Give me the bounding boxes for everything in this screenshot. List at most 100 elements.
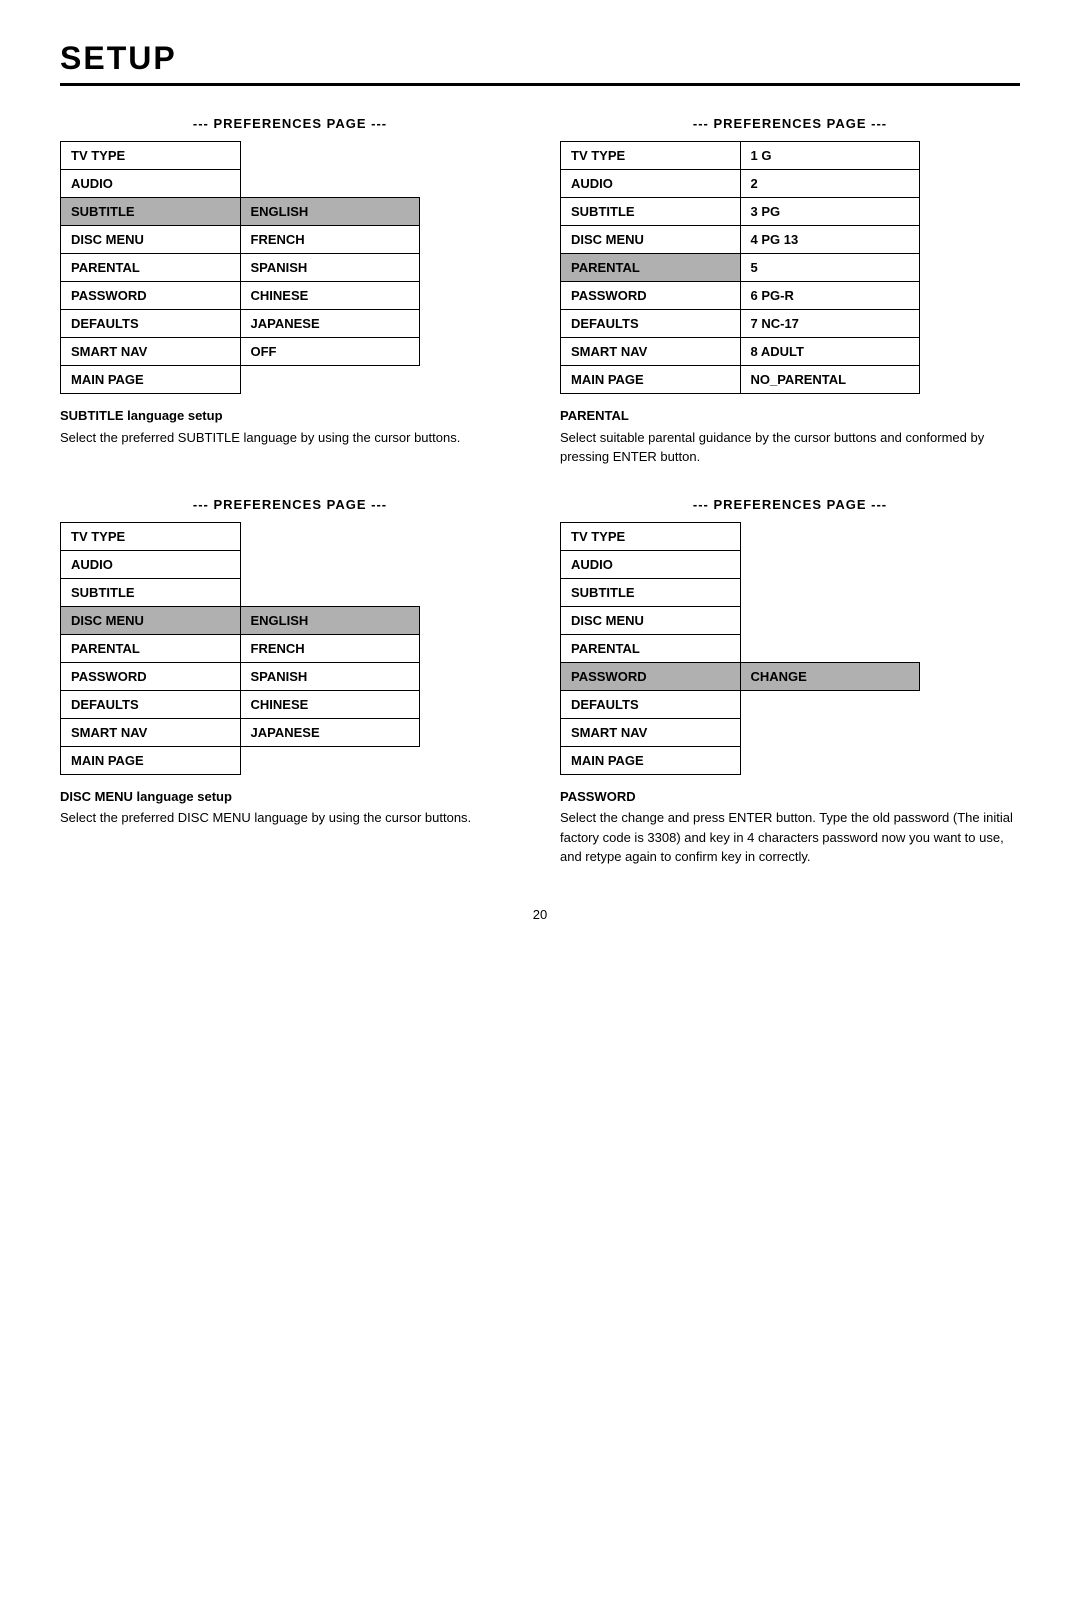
table-row: SMART NAV (561, 718, 920, 746)
section-bottom-right: --- PREFERENCES PAGE --- TV TYPEAUDIOSUB… (560, 497, 1020, 867)
desc-bottom-right-text: Select the change and press ENTER button… (560, 810, 1013, 864)
cell-left-6: DEFAULTS (561, 690, 741, 718)
table-row: PASSWORD6 PG-R (561, 282, 920, 310)
cell-left-6: DEFAULTS (61, 690, 241, 718)
table-row: MAIN PAGE (61, 366, 420, 394)
table-row: DEFAULTSJAPANESE (61, 310, 420, 338)
cell-left-4: PARENTAL (61, 254, 241, 282)
table-row: PARENTAL5 (561, 254, 920, 282)
table-row: DEFAULTSCHINESE (61, 690, 420, 718)
table-row: MAIN PAGENO_PARENTAL (561, 366, 920, 394)
pref-table-bottom-right: TV TYPEAUDIOSUBTITLEDISC MENUPARENTALPAS… (560, 522, 920, 775)
table-row: DEFAULTS (561, 690, 920, 718)
cell-left-3: DISC MENU (561, 606, 741, 634)
pref-table-top-right: TV TYPE1 GAUDIO2SUBTITLE3 PGDISC MENU4 P… (560, 141, 920, 394)
table-row: SMART NAVOFF (61, 338, 420, 366)
cell-left-2: SUBTITLE (561, 198, 741, 226)
cell-left-0: TV TYPE (61, 142, 241, 170)
desc-top-right: PARENTAL Select suitable parental guidan… (560, 406, 1020, 467)
cell-right-5: SPANISH (240, 662, 420, 690)
cell-left-6: DEFAULTS (561, 310, 741, 338)
table-row: AUDIO (61, 170, 420, 198)
cell-right-8: NO_PARENTAL (740, 366, 920, 394)
cell-left-4: PARENTAL (61, 634, 241, 662)
cell-left-7: SMART NAV (61, 718, 241, 746)
table-row: MAIN PAGE (61, 746, 420, 774)
cell-left-3: DISC MENU (561, 226, 741, 254)
cell-left-7: SMART NAV (561, 718, 741, 746)
section-bottom-left: --- PREFERENCES PAGE --- TV TYPEAUDIOSUB… (60, 497, 520, 867)
cell-left-4: PARENTAL (561, 254, 741, 282)
table-row: SMART NAVJAPANESE (61, 718, 420, 746)
table-row: MAIN PAGE (561, 746, 920, 774)
table-row: TV TYPE (561, 522, 920, 550)
section-bottom-left-label: --- PREFERENCES PAGE --- (60, 497, 520, 512)
table-row: SUBTITLE (61, 578, 420, 606)
cell-left-1: AUDIO (561, 170, 741, 198)
cell-left-1: AUDIO (61, 550, 241, 578)
cell-left-5: PASSWORD (561, 662, 741, 690)
cell-left-2: SUBTITLE (61, 578, 241, 606)
cell-right-5: CHINESE (240, 282, 420, 310)
cell-left-4: PARENTAL (561, 634, 741, 662)
cell-left-5: PASSWORD (61, 662, 241, 690)
cell-right-6: JAPANESE (240, 310, 420, 338)
cell-right-1: 2 (740, 170, 920, 198)
cell-right-6: 7 NC-17 (740, 310, 920, 338)
cell-left-5: PASSWORD (61, 282, 241, 310)
cell-left-1: AUDIO (61, 170, 241, 198)
table-row: DEFAULTS7 NC-17 (561, 310, 920, 338)
table-row: SMART NAV8 ADULT (561, 338, 920, 366)
desc-bottom-right-title: PASSWORD (560, 787, 1020, 807)
table-row: PARENTAL (561, 634, 920, 662)
table-row: AUDIO (61, 550, 420, 578)
cell-right-4: FRENCH (240, 634, 420, 662)
cell-left-3: DISC MENU (61, 226, 241, 254)
cell-left-8: MAIN PAGE (561, 746, 741, 774)
cell-right-6: CHINESE (240, 690, 420, 718)
table-row: DISC MENU (561, 606, 920, 634)
table-row: PARENTALFRENCH (61, 634, 420, 662)
cell-right-5: 6 PG-R (740, 282, 920, 310)
table-row: PASSWORDCHINESE (61, 282, 420, 310)
desc-bottom-left: DISC MENU language setup Select the pref… (60, 787, 520, 828)
cell-right-2: 3 PG (740, 198, 920, 226)
cell-left-0: TV TYPE (561, 522, 741, 550)
section-top-right: --- PREFERENCES PAGE --- TV TYPE1 GAUDIO… (560, 116, 1020, 467)
section-top-right-label: --- PREFERENCES PAGE --- (560, 116, 1020, 131)
table-row: DISC MENUENGLISH (61, 606, 420, 634)
desc-top-right-text: Select suitable parental guidance by the… (560, 430, 984, 465)
section-top-left: --- PREFERENCES PAGE --- TV TYPEAUDIOSUB… (60, 116, 520, 467)
pref-table-bottom-left: TV TYPEAUDIOSUBTITLEDISC MENUENGLISHPARE… (60, 522, 420, 775)
table-row: TV TYPE1 G (561, 142, 920, 170)
section-bottom-right-label: --- PREFERENCES PAGE --- (560, 497, 1020, 512)
pref-table-top-left: TV TYPEAUDIOSUBTITLEENGLISHDISC MENUFREN… (60, 141, 420, 394)
cell-left-7: SMART NAV (61, 338, 241, 366)
table-row: PASSWORDCHANGE (561, 662, 920, 690)
cell-right-2: ENGLISH (240, 198, 420, 226)
cell-right-7: 8 ADULT (740, 338, 920, 366)
page-number: 20 (60, 907, 1020, 922)
desc-top-left-text: Select the preferred SUBTITLE language b… (60, 430, 460, 445)
cell-right-3: FRENCH (240, 226, 420, 254)
table-row: DISC MENUFRENCH (61, 226, 420, 254)
cell-right-3: 4 PG 13 (740, 226, 920, 254)
cell-right-4: SPANISH (240, 254, 420, 282)
cell-right-4: 5 (740, 254, 920, 282)
desc-bottom-left-title: DISC MENU language setup (60, 787, 520, 807)
top-row: --- PREFERENCES PAGE --- TV TYPEAUDIOSUB… (60, 116, 1020, 467)
table-row: TV TYPE (61, 522, 420, 550)
desc-top-left: SUBTITLE language setup Select the prefe… (60, 406, 520, 447)
cell-right-3: ENGLISH (240, 606, 420, 634)
desc-bottom-right: PASSWORD Select the change and press ENT… (560, 787, 1020, 867)
cell-left-2: SUBTITLE (561, 578, 741, 606)
table-row: PASSWORDSPANISH (61, 662, 420, 690)
cell-left-8: MAIN PAGE (561, 366, 741, 394)
cell-right-0: 1 G (740, 142, 920, 170)
cell-left-7: SMART NAV (561, 338, 741, 366)
desc-top-right-title: PARENTAL (560, 406, 1020, 426)
cell-right-7: OFF (240, 338, 420, 366)
bottom-row: --- PREFERENCES PAGE --- TV TYPEAUDIOSUB… (60, 497, 1020, 867)
table-row: SUBTITLE3 PG (561, 198, 920, 226)
page-title: SETUP (60, 40, 1020, 86)
